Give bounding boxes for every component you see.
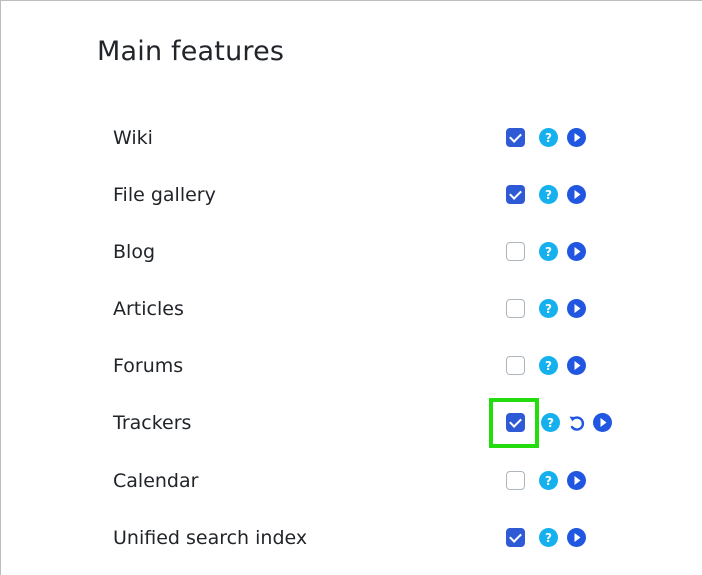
svg-text:?: ?: [545, 245, 552, 259]
section-title: Main features: [97, 36, 285, 67]
svg-text:?: ?: [545, 131, 552, 145]
help-icon[interactable]: ?: [539, 528, 558, 547]
play-icon[interactable]: [567, 471, 586, 490]
feature-row-trackers: Trackers ?: [1, 403, 702, 443]
help-icon[interactable]: ?: [539, 242, 558, 261]
help-icon[interactable]: ?: [539, 185, 558, 204]
play-icon[interactable]: [567, 356, 586, 375]
feature-label: Wiki: [113, 127, 153, 149]
feature-row-forums: Forums ?: [1, 346, 702, 386]
feature-label: Unified search index: [113, 527, 308, 549]
svg-text:?: ?: [545, 302, 552, 316]
feature-label: Blog: [113, 241, 155, 263]
feature-label: Trackers: [113, 412, 192, 434]
feature-checkbox-articles[interactable]: [506, 299, 525, 318]
play-icon[interactable]: [567, 242, 586, 261]
feature-label: Forums: [113, 355, 184, 377]
feature-label: File gallery: [113, 184, 216, 206]
help-icon[interactable]: ?: [539, 128, 558, 147]
svg-text:?: ?: [545, 531, 552, 545]
highlight-box: [489, 398, 539, 448]
play-icon[interactable]: [567, 185, 586, 204]
undo-icon[interactable]: [567, 413, 587, 433]
help-icon[interactable]: ?: [539, 356, 558, 375]
feature-checkbox-forums[interactable]: [506, 356, 525, 375]
help-icon[interactable]: ?: [539, 471, 558, 490]
svg-text:?: ?: [545, 359, 552, 373]
feature-row-file-gallery: File gallery ?: [1, 175, 702, 215]
help-icon[interactable]: ?: [541, 413, 560, 432]
feature-checkbox-blog[interactable]: [506, 242, 525, 261]
feature-row-articles: Articles ?: [1, 289, 702, 329]
help-icon[interactable]: ?: [539, 299, 558, 318]
feature-row-wiki: Wiki ?: [1, 118, 702, 158]
main-features-panel: Main features Wiki ? File gallery ? Blog…: [0, 0, 702, 575]
feature-row-calendar: Calendar ?: [1, 461, 702, 501]
play-icon[interactable]: [567, 128, 586, 147]
feature-checkbox-wiki[interactable]: [506, 128, 525, 147]
play-icon[interactable]: [593, 413, 612, 432]
feature-row-unified-search-index: Unified search index ?: [1, 518, 702, 558]
svg-text:?: ?: [547, 416, 554, 430]
feature-label: Articles: [113, 298, 184, 320]
svg-text:?: ?: [545, 188, 552, 202]
svg-text:?: ?: [545, 474, 552, 488]
feature-checkbox-calendar[interactable]: [506, 471, 525, 490]
feature-label: Calendar: [113, 470, 199, 492]
feature-row-blog: Blog ?: [1, 232, 702, 272]
feature-checkbox-unified-search-index[interactable]: [506, 528, 525, 547]
play-icon[interactable]: [567, 528, 586, 547]
play-icon[interactable]: [567, 299, 586, 318]
feature-checkbox-file-gallery[interactable]: [506, 185, 525, 204]
